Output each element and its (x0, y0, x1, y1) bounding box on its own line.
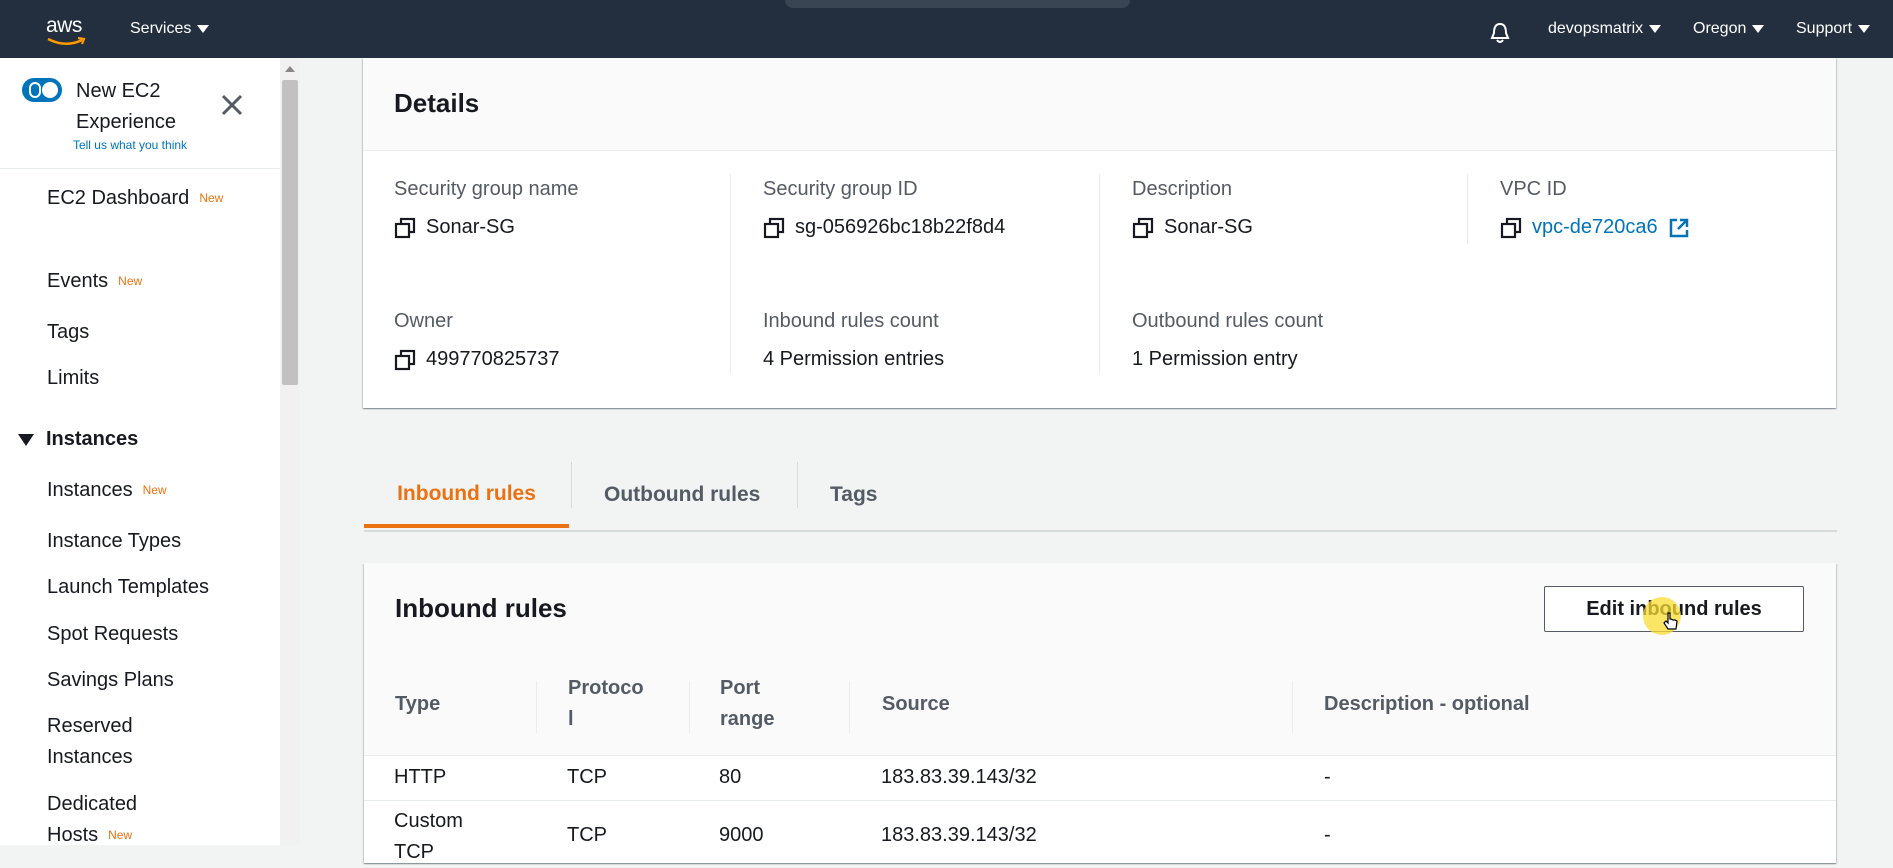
column-header-port-range[interactable]: Port range (720, 673, 774, 735)
sg-name-label: Security group name (394, 178, 579, 200)
column-header-type[interactable]: Type (395, 689, 440, 720)
scroll-up-icon[interactable] (285, 66, 295, 72)
external-link-icon[interactable] (1668, 217, 1690, 239)
copy-icon[interactable] (394, 217, 416, 239)
sidebar-item-spot-requests[interactable]: Spot Requests (47, 619, 178, 650)
rules-tabs: Inbound rules Outbound rules Tags (364, 460, 1837, 532)
details-panel: Details Security group name Sonar-SG Sec… (363, 58, 1836, 408)
copy-icon[interactable] (763, 217, 785, 239)
owner-value: 499770825737 (394, 348, 559, 371)
sidebar-item-dedicated-hosts[interactable]: Dedicated Hosts New (47, 789, 217, 851)
sidebar-item-ec2-dashboard[interactable]: EC2 Dashboard New (47, 183, 247, 214)
inbound-rules-header: Inbound rules Edit inbound rules (364, 563, 1836, 658)
chevron-down-icon (197, 25, 210, 33)
account-label: devopsmatrix (1548, 20, 1644, 37)
aws-smile-icon (47, 36, 86, 45)
details-title: Details (394, 88, 480, 118)
chevron-down-icon (1752, 25, 1765, 33)
support-label: Support (1796, 20, 1853, 37)
new-badge: New (199, 191, 224, 206)
sidebar-item-launch-templates[interactable]: Launch Templates (47, 572, 209, 603)
copy-icon[interactable] (394, 349, 416, 371)
inbound-count-label: Inbound rules count (763, 310, 939, 332)
row-1-type: HTTP (394, 766, 447, 788)
new-experience-toggle[interactable] (22, 78, 62, 102)
description-label: Description (1132, 178, 1233, 200)
support-menu[interactable]: Support (1796, 20, 1871, 38)
inbound-rules-panel: Inbound rules Edit inbound rules Type Pr… (364, 563, 1836, 863)
column-header-source[interactable]: Source (882, 689, 950, 720)
description-value: Sonar-SG (1132, 216, 1253, 239)
bell-icon[interactable] (1488, 21, 1512, 45)
row-1-description: - (1324, 766, 1331, 788)
column-header-protocol[interactable]: Protoco l (568, 673, 644, 735)
sg-id-label: Security group ID (763, 178, 918, 200)
vpc-id-value: vpc-de720ca6 (1500, 216, 1690, 239)
aws-logo-text: aws (46, 14, 82, 37)
details-header: Details (363, 58, 1836, 151)
services-label: Services (130, 20, 192, 37)
owner-label: Owner (394, 310, 453, 332)
chevron-down-icon (1649, 25, 1662, 33)
sidebar-item-events[interactable]: Events New (47, 266, 142, 297)
sidebar-item-savings-plans[interactable]: Savings Plans (47, 665, 174, 696)
close-icon[interactable] (219, 92, 245, 118)
tab-outbound-rules[interactable]: Outbound rules (604, 460, 760, 530)
sg-name-value: Sonar-SG (394, 216, 515, 239)
collapse-triangle-icon (18, 433, 34, 446)
vpc-id-link[interactable]: vpc-de720ca6 (1532, 216, 1658, 239)
region-label: Oregon (1693, 20, 1747, 37)
sidebar-section-instances[interactable]: Instances (18, 428, 138, 451)
row-2-type: Custom TCP (394, 810, 463, 863)
services-menu[interactable]: Services (130, 20, 210, 38)
sidebar-item-instance-types[interactable]: Instance Types (47, 526, 181, 557)
table-header-row: Type Protoco l Port range Source Descrip… (364, 657, 1836, 756)
inbound-count-value: 4 Permission entries (763, 348, 945, 370)
sidebar-divider (0, 168, 280, 169)
outbound-count-label: Outbound rules count (1132, 310, 1324, 332)
outbound-count-value: 1 Permission entry (1132, 348, 1298, 370)
sidebar-item-instances[interactable]: Instances New (47, 475, 167, 506)
sidebar-scrollbar-thumb[interactable] (282, 80, 298, 385)
new-badge: New (142, 483, 167, 498)
sg-id-value: sg-056926bc18b22f8d4 (763, 216, 1005, 239)
top-navigation-bar: aws Services devopsmatrix Oregon Support (0, 0, 1893, 58)
sidebar-item-limits[interactable]: Limits (47, 363, 99, 394)
row-2-description: - (1324, 824, 1331, 846)
row-1-port: 80 (719, 766, 742, 788)
vpc-id-label: VPC ID (1500, 178, 1567, 200)
tab-tags[interactable]: Tags (830, 460, 877, 530)
inbound-rules-title: Inbound rules (395, 593, 567, 623)
chevron-down-icon (1858, 25, 1871, 33)
window-notch (785, 0, 1130, 8)
region-menu[interactable]: Oregon (1693, 20, 1765, 38)
sidebar-item-tags[interactable]: Tags (47, 317, 89, 348)
row-1-protocol: TCP (567, 766, 607, 788)
new-badge: New (108, 828, 133, 843)
row-2-source: 183.83.39.143/32 (881, 824, 1037, 846)
new-badge: New (118, 274, 143, 289)
row-2-protocol: TCP (567, 824, 607, 846)
account-menu[interactable]: devopsmatrix (1548, 20, 1662, 38)
sidebar-item-reserved-instances[interactable]: Reserved Instances (47, 711, 187, 773)
column-header-description[interactable]: Description - optional (1324, 689, 1530, 720)
hand-cursor-icon (1663, 612, 1678, 630)
aws-logo[interactable]: aws (46, 14, 90, 48)
row-1-source: 183.83.39.143/32 (881, 766, 1037, 788)
new-experience-label: New EC2 Experience (76, 80, 177, 133)
copy-icon[interactable] (1132, 217, 1154, 239)
row-2-port: 9000 (719, 824, 764, 846)
tab-inbound-rules[interactable]: Inbound rules (364, 460, 569, 528)
feedback-link[interactable]: Tell us what you think (0, 138, 260, 152)
copy-icon[interactable] (1500, 217, 1522, 239)
